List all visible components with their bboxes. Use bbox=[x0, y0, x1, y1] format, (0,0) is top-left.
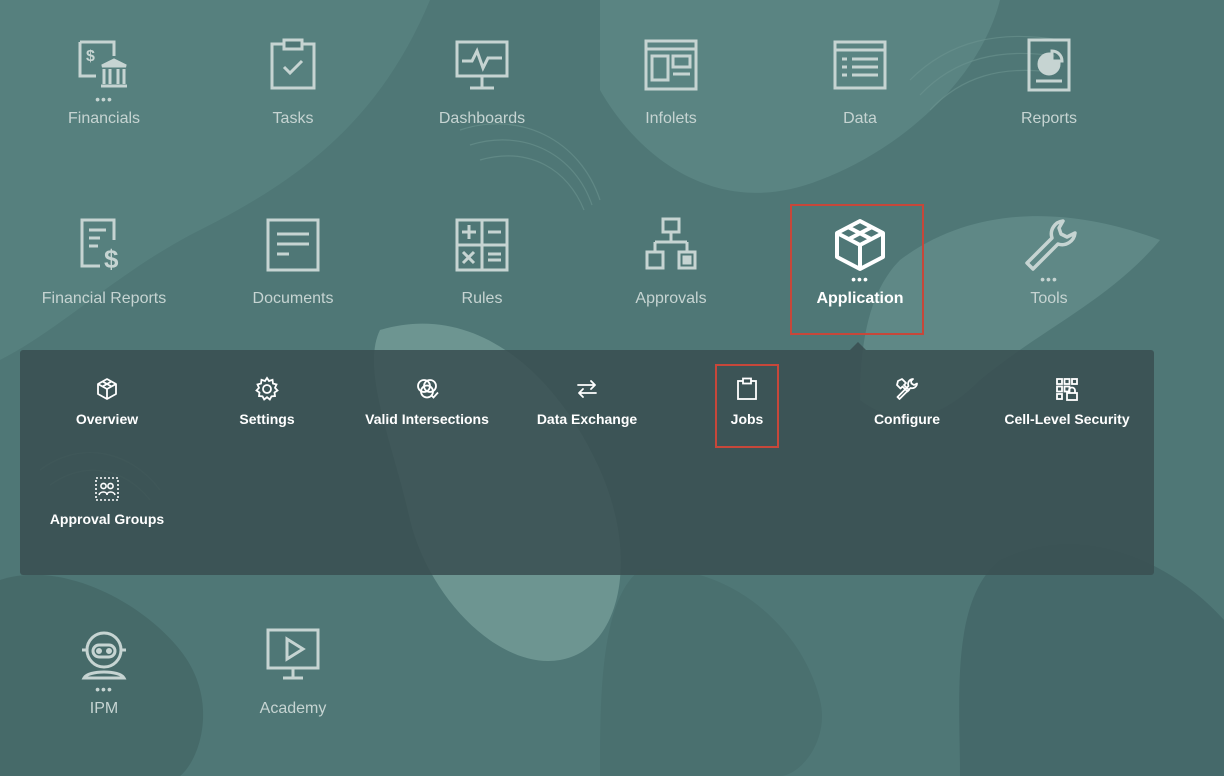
nav-tile-academy[interactable]: Academy bbox=[218, 626, 368, 746]
nav-tile-label: Rules bbox=[461, 290, 503, 307]
submenu-item-label: Jobs bbox=[730, 411, 764, 427]
overview-icon bbox=[94, 376, 120, 402]
nav-tile-label: Financial Reports bbox=[41, 290, 167, 307]
rules-icon bbox=[452, 216, 512, 276]
submenu-item-jobs[interactable]: Jobs bbox=[667, 362, 827, 442]
jobs-icon bbox=[734, 376, 760, 402]
application-icon bbox=[830, 216, 890, 276]
submenu-item-approval-groups[interactable]: Approval Groups bbox=[27, 462, 187, 542]
nav-tile-tools[interactable]: ••• Tools bbox=[974, 216, 1124, 336]
more-indicator: ••• bbox=[95, 681, 113, 697]
nav-tile-label: IPM bbox=[89, 700, 119, 717]
academy-icon bbox=[263, 626, 323, 686]
nav-tile-approvals[interactable]: Approvals bbox=[596, 216, 746, 336]
more-indicator: ••• bbox=[95, 91, 113, 107]
application-submenu-panel: Overview Settings Valid Intersections Da… bbox=[20, 350, 1154, 575]
nav-tile-ipm[interactable]: ••• IPM bbox=[29, 626, 179, 746]
nav-tile-financial-reports[interactable]: $ Financial Reports bbox=[29, 216, 179, 336]
infolets-icon bbox=[641, 36, 701, 96]
nav-tile-data[interactable]: Data bbox=[785, 36, 935, 156]
reports-icon bbox=[1019, 36, 1079, 96]
nav-tile-label: Tasks bbox=[272, 110, 314, 127]
submenu-item-label: Valid Intersections bbox=[365, 411, 489, 427]
submenu-item-label: Data Exchange bbox=[536, 411, 638, 427]
submenu-item-label: Cell-Level Security bbox=[1004, 411, 1130, 427]
nav-tile-label: Application bbox=[816, 290, 904, 307]
submenu-item-configure[interactable]: Configure bbox=[827, 362, 987, 442]
nav-tile-documents[interactable]: Documents bbox=[218, 216, 368, 336]
submenu-item-cell-level-security[interactable]: Cell-Level Security bbox=[987, 362, 1147, 442]
submenu-item-overview[interactable]: Overview bbox=[27, 362, 187, 442]
submenu-item-label: Approval Groups bbox=[49, 511, 165, 527]
financials-icon: $ bbox=[74, 36, 134, 96]
configure-icon bbox=[894, 376, 920, 402]
nav-tile-label: Reports bbox=[1020, 110, 1078, 127]
tools-icon bbox=[1019, 216, 1079, 276]
documents-icon bbox=[263, 216, 323, 276]
submenu-pointer bbox=[850, 342, 866, 350]
more-indicator: ••• bbox=[1040, 271, 1058, 287]
data-exchange-icon bbox=[574, 376, 600, 402]
data-icon bbox=[830, 36, 890, 96]
settings-icon bbox=[254, 376, 280, 402]
nav-tile-label: Documents bbox=[252, 290, 334, 307]
approval-groups-icon bbox=[94, 476, 120, 502]
svg-text:$: $ bbox=[104, 244, 119, 274]
nav-tile-label: Infolets bbox=[645, 110, 697, 127]
submenu-item-label: Settings bbox=[239, 411, 295, 427]
nav-tile-tasks[interactable]: Tasks bbox=[218, 36, 368, 156]
cell-level-security-icon bbox=[1054, 376, 1080, 402]
nav-tile-financials[interactable]: $ ••• Financials bbox=[29, 36, 179, 156]
valid-intersections-icon bbox=[414, 376, 440, 402]
nav-tile-label: Approvals bbox=[635, 290, 707, 307]
nav-tile-label: Dashboards bbox=[438, 110, 526, 127]
nav-tile-reports[interactable]: Reports bbox=[974, 36, 1124, 156]
nav-tile-rules[interactable]: Rules bbox=[407, 216, 557, 336]
submenu-item-valid-intersections[interactable]: Valid Intersections bbox=[347, 362, 507, 442]
svg-text:$: $ bbox=[86, 48, 95, 65]
submenu-item-label: Overview bbox=[75, 411, 139, 427]
ipm-icon bbox=[74, 626, 134, 686]
submenu-item-data-exchange[interactable]: Data Exchange bbox=[507, 362, 667, 442]
nav-tile-label: Academy bbox=[259, 700, 327, 717]
dashboards-icon bbox=[452, 36, 512, 96]
financial-reports-icon: $ bbox=[74, 216, 134, 276]
more-indicator: ••• bbox=[851, 271, 869, 287]
submenu-item-label: Configure bbox=[873, 411, 941, 427]
nav-tile-label: Data bbox=[843, 110, 877, 127]
nav-tile-label: Tools bbox=[1030, 290, 1068, 307]
nav-tile-dashboards[interactable]: Dashboards bbox=[407, 36, 557, 156]
nav-tile-infolets[interactable]: Infolets bbox=[596, 36, 746, 156]
nav-tile-application[interactable]: ••• Application bbox=[785, 216, 935, 336]
submenu-item-settings[interactable]: Settings bbox=[187, 362, 347, 442]
tasks-icon bbox=[263, 36, 323, 96]
nav-tile-label: Financials bbox=[67, 110, 141, 127]
approvals-icon bbox=[641, 216, 701, 276]
